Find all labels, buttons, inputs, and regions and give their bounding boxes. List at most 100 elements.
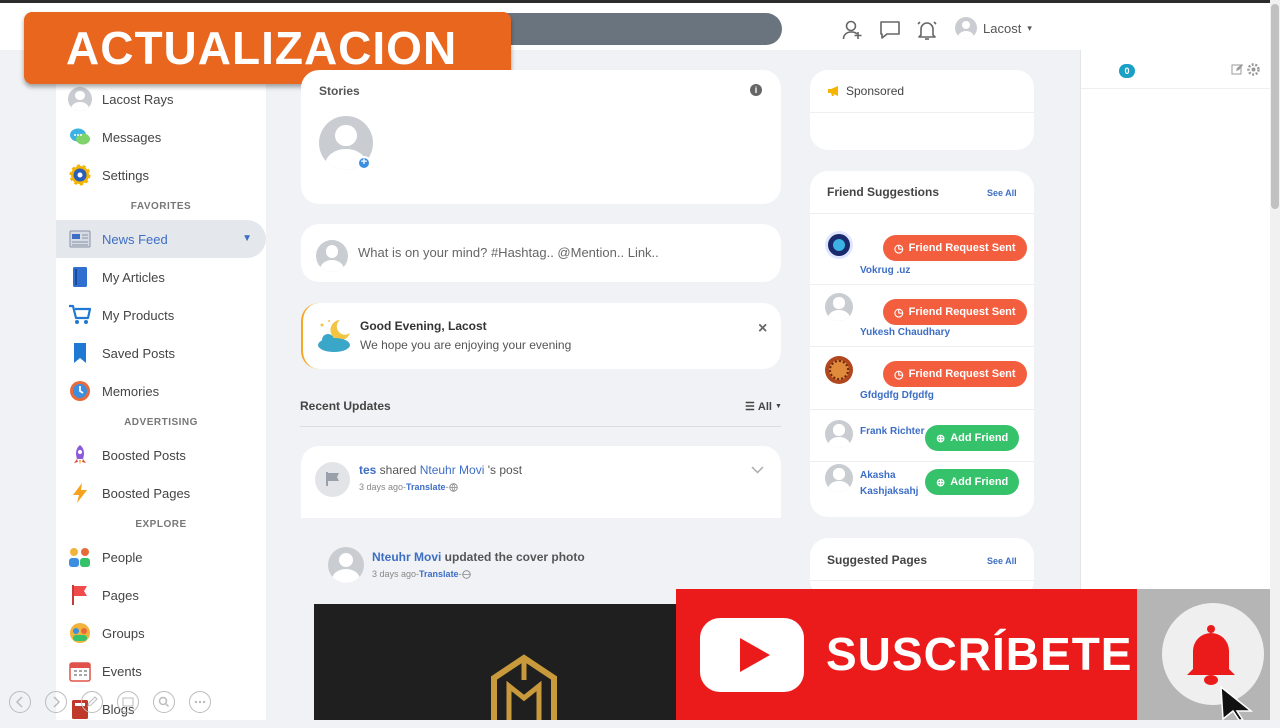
recent-updates-title: Recent Updates (300, 399, 391, 413)
post-meta: 3 days ago - Translate - (359, 482, 458, 492)
suggested-pages-title: Suggested Pages (827, 553, 928, 567)
sidebar-item-label: Saved Posts (102, 345, 175, 361)
suggestion-name-line2[interactable]: Kashjaksahj (860, 486, 918, 497)
notification-bell-banner[interactable] (1137, 589, 1280, 720)
composer-input[interactable]: What is on your mind? #Hashtag.. @Mentio… (358, 245, 659, 260)
sidebar-item-label: Groups (102, 625, 145, 641)
suggestion-avatar[interactable] (825, 420, 853, 448)
sidebar-item-profile[interactable]: Lacost Rays (56, 80, 266, 118)
sidebar-item-people[interactable]: People (56, 538, 266, 576)
sidebar-item-events[interactable]: Events (56, 652, 266, 690)
previous-icon[interactable] (8, 690, 32, 714)
youtube-play-icon (700, 618, 804, 692)
suggestion-avatar[interactable] (825, 231, 853, 259)
sidebar-item-news-feed[interactable]: News Feed ▼ (56, 220, 266, 258)
sidebar-item-pages[interactable]: Pages (56, 576, 266, 614)
shared-author-link[interactable]: Nteuhr Movi (420, 463, 485, 477)
sidebar-item-groups[interactable]: Groups (56, 614, 266, 652)
greeting-card: Good Evening, Lacost We hope you are enj… (301, 303, 781, 369)
favorites-section-header: FAVORITES (130, 201, 192, 212)
pen-icon[interactable] (80, 690, 104, 714)
suggestion-avatar[interactable] (825, 293, 853, 321)
more-options-icon[interactable] (188, 690, 212, 714)
megaphone-icon (828, 86, 838, 96)
close-icon[interactable]: × (758, 320, 767, 338)
sidebar-item-label: My Products (102, 307, 175, 323)
page-avatar (315, 462, 350, 497)
translate-link[interactable]: Translate (406, 482, 446, 492)
divider (810, 580, 1034, 581)
suggestion-name-link[interactable]: Frank Richter (860, 426, 924, 437)
post-time: 3 days ago (359, 482, 404, 492)
sidebar-item-label: Memories (102, 383, 160, 399)
chevron-down-icon: ▼ (242, 233, 252, 244)
post-author-link[interactable]: tes (359, 463, 376, 477)
presentation-controls (8, 690, 212, 714)
suggestion-name-link[interactable]: Yukesh Chaudhary (860, 327, 950, 338)
shared-post-author-link[interactable]: Nteuhr Movi (372, 550, 441, 564)
edit-icon[interactable] (1231, 63, 1244, 76)
divider (810, 112, 1034, 113)
shared-post-header: Nteuhr Movi updated the cover photo (372, 550, 585, 564)
chevron-down-icon[interactable] (751, 466, 764, 475)
info-icon[interactable]: i (750, 84, 762, 96)
next-icon[interactable] (44, 690, 68, 714)
gear-icon[interactable] (1247, 63, 1260, 76)
sidebar-item-label: People (102, 549, 143, 565)
filter-value: All (757, 400, 772, 413)
sidebar-item-memories[interactable]: Memories (56, 372, 266, 410)
subscribe-label: SUSCRÍBETE (826, 628, 1133, 680)
globe-icon (461, 569, 471, 579)
plus-icon[interactable]: + (357, 156, 371, 170)
cursor-icon (1220, 685, 1254, 720)
cover-photo[interactable] (314, 604, 681, 720)
suggestion-avatar[interactable] (825, 356, 853, 384)
friend-suggestion-row: Vokrug .uz ◷ Friend Request Sent (810, 223, 1034, 285)
see-all-link[interactable]: See All (987, 556, 1017, 566)
stories-card: Stories i + (301, 70, 781, 204)
suggestion-name-link[interactable]: Akasha (860, 470, 896, 481)
add-friend-button[interactable]: ⊕ Add Friend (925, 425, 1020, 451)
sidebar-item-boosted-posts[interactable]: Boosted Posts (56, 436, 266, 474)
slides-icon[interactable] (116, 690, 140, 714)
sponsored-card: Sponsored (810, 70, 1034, 150)
chat-sidebar: 0 (1080, 50, 1271, 590)
suggestion-avatar[interactable] (825, 464, 853, 492)
youtube-subscribe-banner[interactable]: SUSCRÍBETE (676, 589, 1137, 720)
post-header: tes shared Nteuhr Movi 's post (359, 463, 523, 477)
list-icon: ☰ (745, 401, 755, 413)
friend-request-sent-button[interactable]: ◷ Friend Request Sent (883, 361, 1027, 387)
friend-suggestion-row: Akasha Kashjaksahj ⊕ Add Friend (810, 462, 1034, 512)
sidebar-item-messages[interactable]: Messages (56, 118, 266, 156)
sidebar-item-my-articles[interactable]: My Articles (56, 258, 266, 296)
post-composer[interactable]: What is on your mind? #Hashtag.. @Mentio… (301, 224, 781, 282)
composer-avatar (316, 240, 348, 272)
user-avatar (955, 17, 977, 39)
zoom-icon[interactable] (152, 690, 176, 714)
suggestion-name-link[interactable]: Gfdgdfg Dfgdfg (860, 390, 934, 401)
user-menu-button[interactable]: Lacost ▾ (955, 17, 1032, 39)
see-all-link[interactable]: See All (987, 188, 1017, 198)
friend-request-sent-button[interactable]: ◷ Friend Request Sent (883, 235, 1027, 261)
add-user-icon[interactable] (842, 19, 864, 41)
suggestion-name-link[interactable]: Vokrug .uz (860, 265, 910, 276)
sidebar-item-saved-posts[interactable]: Saved Posts (56, 334, 266, 372)
page-scrollbar[interactable] (1270, 0, 1280, 720)
add-friend-button[interactable]: ⊕ Add Friend (925, 469, 1020, 495)
clock-icon: ◷ (894, 242, 904, 255)
sidebar-item-my-products[interactable]: My Products (56, 296, 266, 334)
scrollbar-thumb[interactable] (1271, 4, 1279, 209)
shopping-cart-icon (68, 303, 92, 327)
chat-bubbles-icon (68, 125, 92, 149)
translate-link[interactable]: Translate (419, 569, 459, 579)
messages-icon[interactable] (879, 19, 901, 41)
notifications-bell-icon[interactable] (916, 19, 938, 41)
friend-request-sent-button[interactable]: ◷ Friend Request Sent (883, 299, 1027, 325)
feed-filter-dropdown[interactable]: ☰ All ▼ (745, 400, 782, 414)
flag-icon (326, 472, 339, 486)
sidebar-item-boosted-pages[interactable]: Boosted Pages (56, 474, 266, 512)
add-user-icon: ⊕ (936, 476, 946, 489)
rocket-icon (68, 443, 92, 467)
sidebar-item-settings[interactable]: Settings (56, 156, 266, 194)
shared-post-meta: 3 days ago - Translate - (372, 569, 471, 579)
